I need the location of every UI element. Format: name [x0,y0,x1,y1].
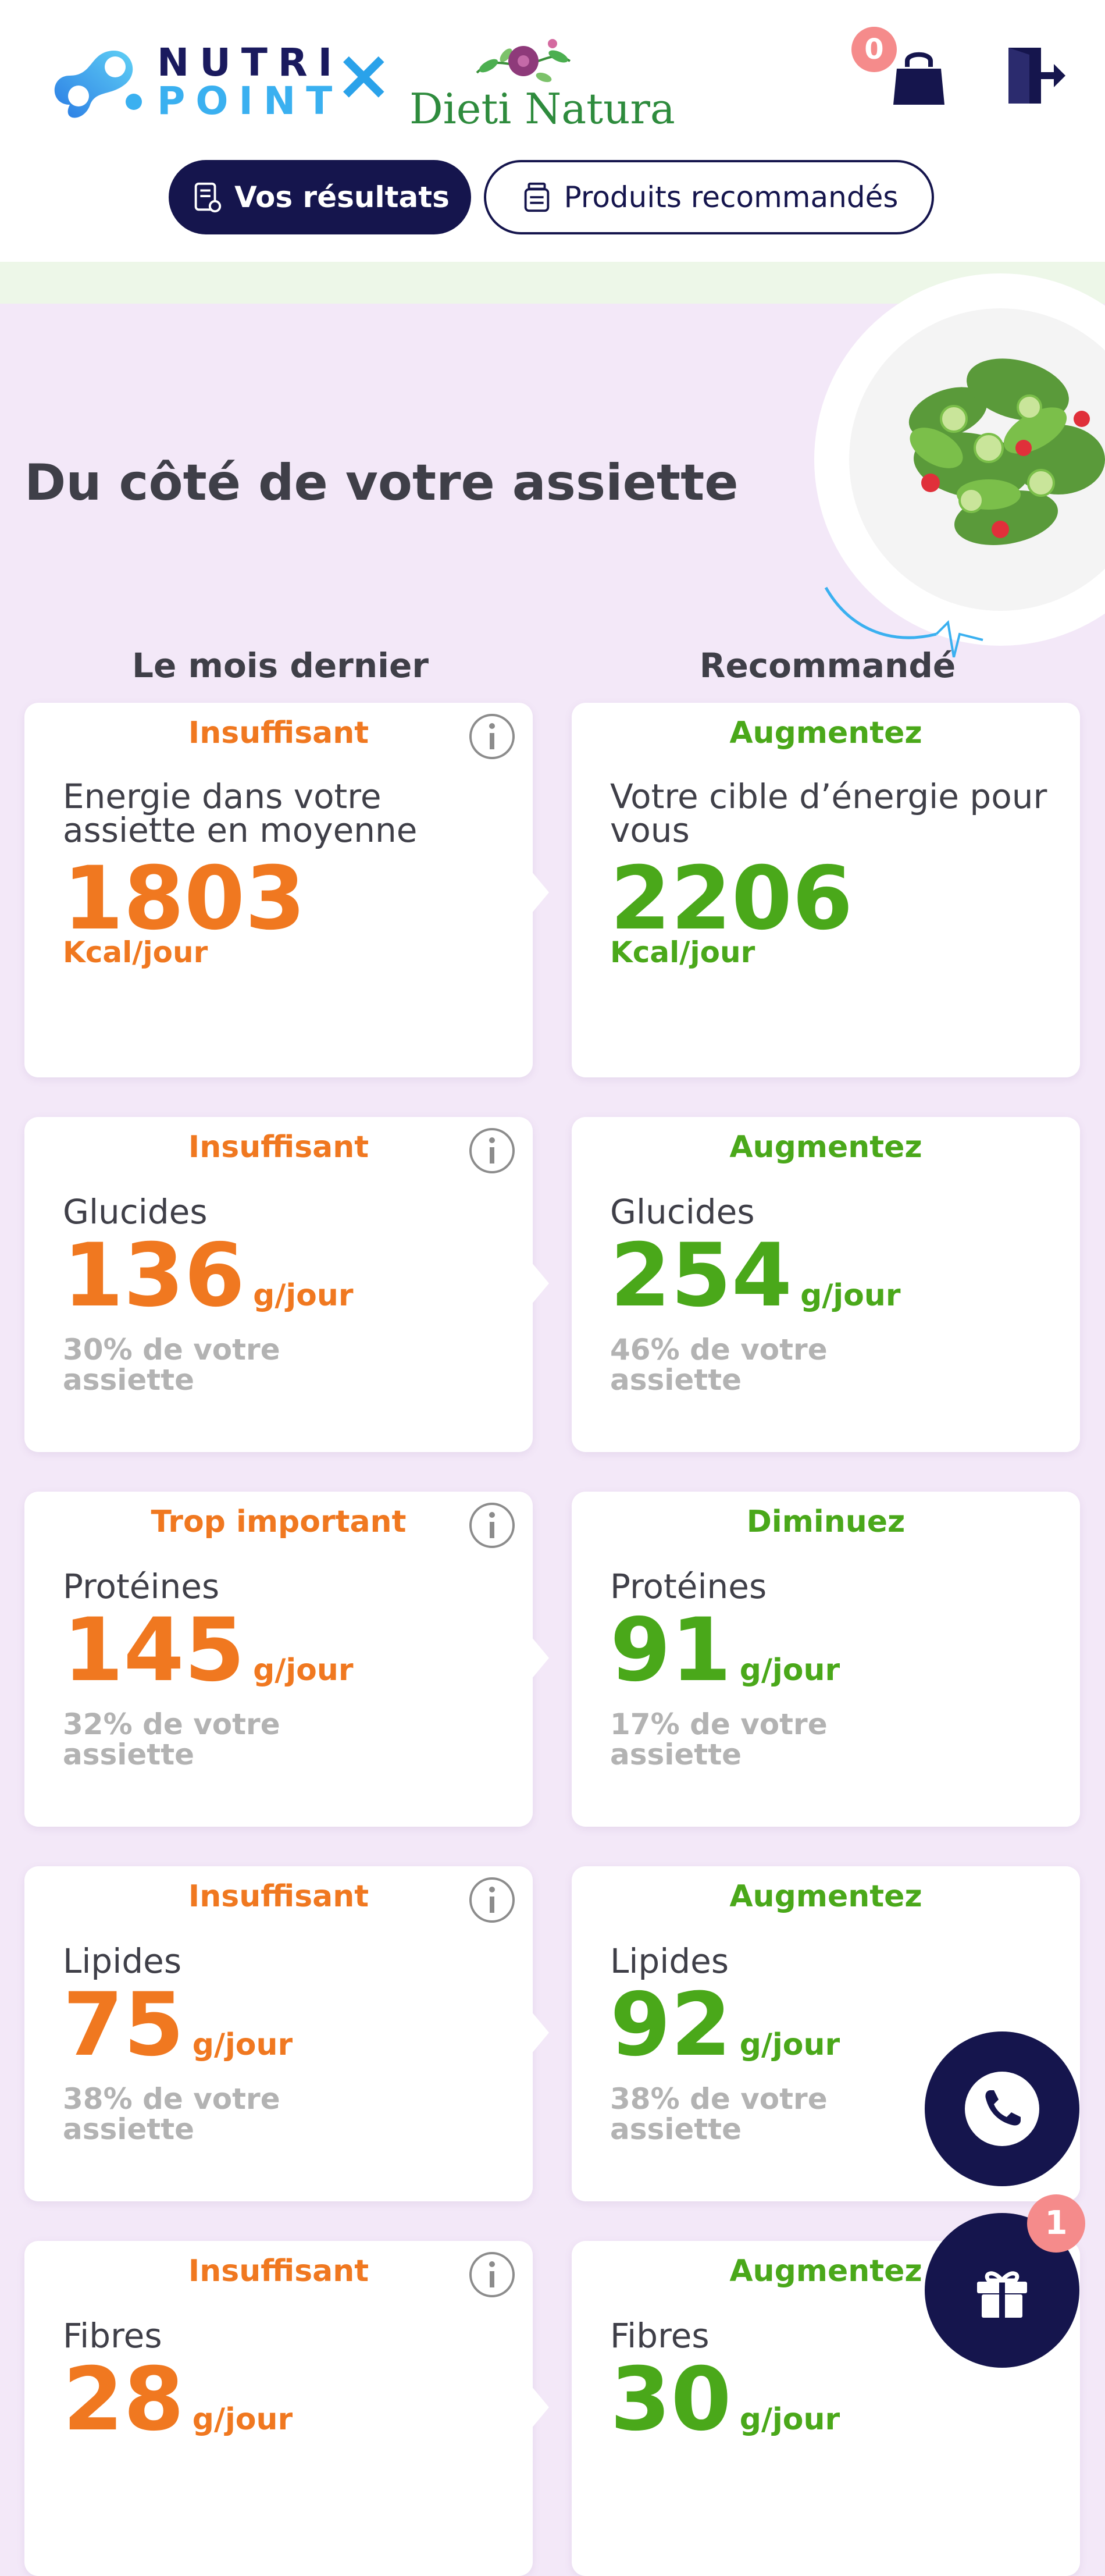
card-label: Glucides [610,1192,755,1232]
gift-count-badge: 1 [1027,2194,1085,2253]
card-value: 1803 [63,848,306,949]
brand-line1: NUTRI [157,40,343,85]
card-unit: Kcal/jour [610,935,755,969]
status-label: Insuffisant [188,1130,369,1165]
tab-results-label: Vos résultats [234,180,450,214]
status-label: Insuffisant [188,1879,369,1914]
carbs-recommended-card: Augmentez Glucides 254 g/jour 46% de votr… [572,1117,1080,1452]
brand-line2: POINT [157,79,343,123]
status-label: Trop important [151,1504,407,1539]
status-label: Insuffisant [188,2254,369,2289]
status-label: Augmentez [729,1130,922,1165]
card-label: Protéines [63,1567,220,1606]
card-percentage: 38% de votre assiette [63,2082,280,2146]
dietinatura-logo[interactable]: Dieti Natura [407,32,675,133]
protein-last-month-card: Trop important Protéines 145 g/jour 32% d… [24,1492,549,1827]
card-percentage: 32% de votre assiette [63,1707,280,1771]
energy-recommended-card: Augmentez Votre cible d’énergie pour vou… [572,703,1080,1077]
card-label: Energie dans votre assiette en moyenne [63,777,418,850]
partner-name: Dieti Natura [409,84,675,133]
card-value: 254 g/jour [610,1225,901,1326]
nutripoint-logo-mark-icon [54,51,142,118]
logout-icon[interactable] [1000,41,1070,111]
gift-icon [977,2271,1027,2318]
info-icon[interactable] [468,1126,516,1175]
carbs-last-month-card: Insuffisant Glucides 136 g/jour 30% de vo… [24,1117,549,1452]
card-percentage: 46% de votre assiette [610,1333,828,1397]
card-label: Lipides [63,1941,182,1981]
call-button[interactable] [925,2031,1079,2186]
brand-separator: × [334,35,393,116]
card-value: 92 g/jour [610,1974,840,2076]
card-value: 145 g/jour [63,1600,354,1701]
column-heading-recommended: Recommandé [699,646,956,685]
card-value: 75 g/jour [63,1974,293,2076]
card-label: Glucides [63,1192,208,1232]
card-value: 28 g/jour [63,2349,293,2450]
status-label: Insuffisant [188,716,369,750]
card-unit: Kcal/jour [63,935,208,969]
nutripoint-logo[interactable]: NUTRI POINT [47,32,332,131]
card-label: Protéines [610,1567,767,1606]
document-icon [194,182,222,213]
tab-products-label: Produits recommandés [564,180,899,214]
status-label: Augmentez [729,1879,922,1914]
cart-count-badge: 0 [851,27,897,72]
card-value: 136 g/jour [63,1225,354,1326]
info-icon[interactable] [468,712,516,761]
card-percentage: 30% de votre assiette [63,1333,280,1397]
salad-plate-image [814,273,1105,657]
info-icon[interactable] [468,2250,516,2299]
card-label: Fibres [63,2316,162,2356]
app-header: NUTRI POINT × Dieti Natura 0 Vos résulta… [0,0,1105,262]
energy-last-month-card: Insuffisant Energie dans votre assiette … [24,703,549,1077]
card-percentage: 17% de votre assiette [610,1707,828,1771]
info-icon[interactable] [468,1876,516,1924]
card-value: 91 g/jour [610,1600,840,1701]
card-label: Lipides [610,1941,729,1981]
brand-wordmark: NUTRI POINT [157,44,343,120]
tab-results[interactable]: Vos résultats [169,160,471,234]
status-label: Augmentez [729,716,922,750]
fat-last-month-card: Insuffisant Lipides 75 g/jour 38% de votr… [24,1866,549,2201]
card-label: Fibres [610,2316,710,2356]
column-heading-last-month: Le mois dernier [132,646,429,685]
card-value: 30 g/jour [610,2349,840,2450]
fiber-last-month-card: Insuffisant Fibres 28 g/jour [24,2241,549,2576]
card-percentage: 38% de votre assiette [610,2082,828,2146]
tab-recommended-products[interactable]: Produits recommandés [484,160,934,234]
card-label: Votre cible d’énergie pour vous [610,777,1047,850]
product-jar-icon [524,182,549,212]
status-label: Diminuez [746,1504,906,1539]
section-title: Du côté de votre assiette [24,454,739,512]
card-value: 2206 [610,848,853,949]
info-icon[interactable] [468,1501,516,1550]
phone-icon [965,2072,1039,2146]
protein-recommended-card: Diminuez Protéines 91 g/jour 17% de votre… [572,1492,1080,1827]
